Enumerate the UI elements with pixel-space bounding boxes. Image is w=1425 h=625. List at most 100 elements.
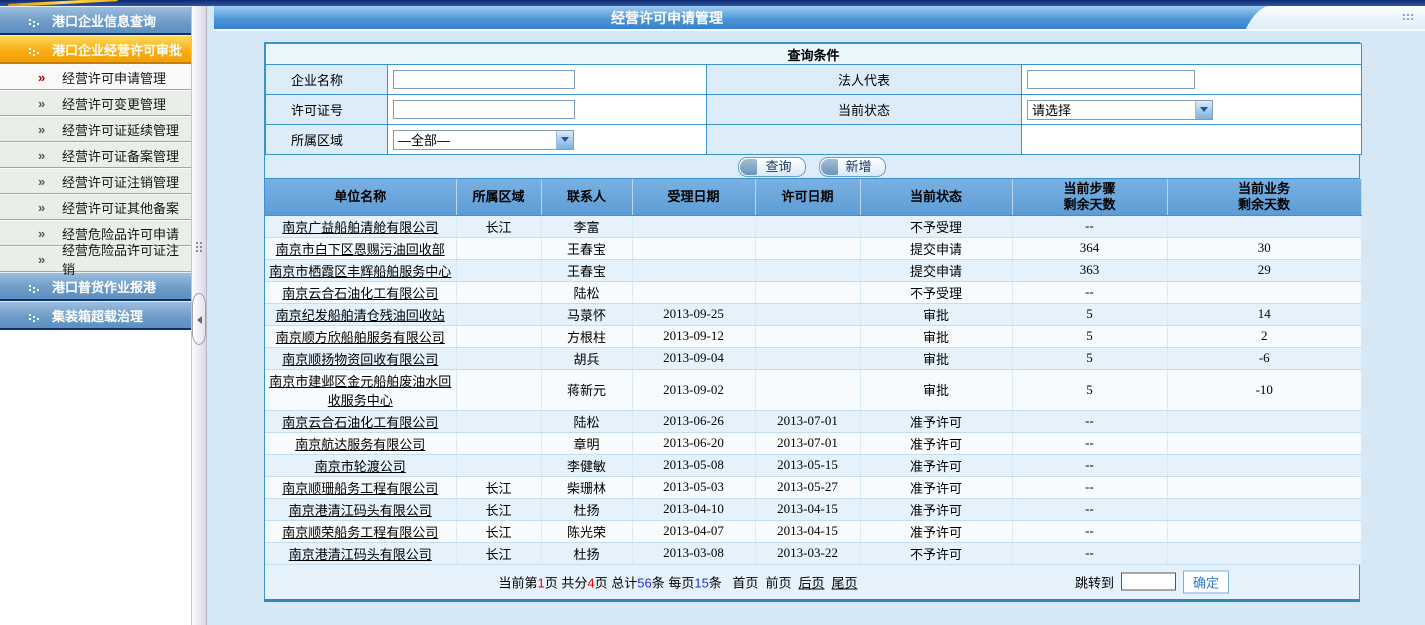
- column-header: 联系人: [541, 179, 632, 215]
- sidebar-item-label: 经营许可申请管理: [62, 68, 166, 87]
- company-name-link[interactable]: 南京市建邺区金元船舶废油水回收服务中心: [269, 374, 451, 408]
- menu-arrow-icon: [29, 48, 41, 50]
- sidebar-item-label: 经营许可证延续管理: [62, 120, 179, 139]
- company-name-input[interactable]: [393, 70, 575, 89]
- pagination-text: 条 每页: [652, 575, 695, 590]
- status-cell: 审批: [860, 303, 1012, 325]
- company-name-link[interactable]: 南京顺方欣船舶服务有限公司: [276, 330, 445, 345]
- pagination-text: 页 总计: [595, 575, 638, 590]
- contact-cell: 陆松: [541, 410, 632, 432]
- company-name-link[interactable]: 南京港清江码头有限公司: [289, 503, 432, 518]
- step-days-cell: 364: [1012, 237, 1167, 259]
- status-cell: 不予受理: [860, 281, 1012, 303]
- accept-date-cell: [632, 259, 755, 281]
- sidebar-item-label: 经营许可证备案管理: [62, 146, 179, 165]
- biz-days-cell: [1167, 498, 1361, 520]
- sidebar-item-0[interactable]: 港口企业信息查询: [0, 6, 191, 35]
- company-name-link[interactable]: 南京广益船舶清舱有限公司: [282, 220, 438, 235]
- accept-date-cell: [632, 215, 755, 237]
- sidebar-splitter[interactable]: [191, 6, 207, 625]
- company-name-link[interactable]: 南京纪发船舶清仓残油回收站: [276, 308, 445, 323]
- sidebar-item-1[interactable]: 港口企业经营许可审批: [0, 35, 191, 64]
- sidebar-item-2[interactable]: 经营许可申请管理: [0, 64, 191, 90]
- license-date-cell: [755, 237, 860, 259]
- accept-date-cell: 2013-09-04: [632, 347, 755, 369]
- sidebar-item-4[interactable]: 经营许可证延续管理: [0, 116, 191, 142]
- accept-date-cell: 2013-03-08: [632, 542, 755, 564]
- accept-date-cell: 2013-09-12: [632, 325, 755, 347]
- company-name-link[interactable]: 南京市白下区恩赐污油回收部: [276, 242, 445, 257]
- contact-cell: 章明: [541, 432, 632, 454]
- license-date-cell: [755, 215, 860, 237]
- sidebar-item-6[interactable]: 经营许可证注销管理: [0, 168, 191, 194]
- pagination-summary: 当前第1页 共分4页 总计56条 每页15条 首页前页后页尾页: [499, 572, 858, 591]
- jump-page-input[interactable]: [1121, 573, 1176, 591]
- region-select[interactable]: —全部—: [393, 130, 574, 150]
- table-row: 南京港清江码头有限公司 长江 杜扬 2013-04-10 2013-04-15 …: [265, 498, 1361, 520]
- sidebar-item-5[interactable]: 经营许可证备案管理: [0, 142, 191, 168]
- column-header: 当前状态: [860, 179, 1012, 215]
- biz-days-cell: [1167, 215, 1361, 237]
- menu-arrow-icon: [29, 285, 41, 287]
- company-name-link[interactable]: 南京云合石油化工有限公司: [282, 286, 438, 301]
- contact-cell: 陈光荣: [541, 520, 632, 542]
- pagination-link: 首页: [732, 575, 758, 590]
- company-name-link[interactable]: 南京市轮渡公司: [315, 459, 406, 474]
- status-cell: 准予许可: [860, 410, 1012, 432]
- query-form: 查询条件 企业名称 法人代表 许可证号 当前状态: [265, 43, 1362, 155]
- pagination-link[interactable]: 尾页: [831, 575, 857, 590]
- current-status-label: 当前状态: [707, 95, 1022, 125]
- step-days-cell: --: [1012, 410, 1167, 432]
- region-cell: [456, 410, 541, 432]
- region-cell: [456, 369, 541, 410]
- menu-arrow-icon: [38, 96, 50, 111]
- pagination-link[interactable]: 后页: [798, 575, 824, 590]
- step-days-cell: --: [1012, 281, 1167, 303]
- company-name-link[interactable]: 南京云合石油化工有限公司: [282, 415, 438, 430]
- license-date-cell: 2013-05-15: [755, 454, 860, 476]
- step-days-cell: 5: [1012, 303, 1167, 325]
- current-status-select[interactable]: 请选择: [1027, 100, 1213, 120]
- column-header: 当前业务 剩余天数: [1167, 179, 1361, 215]
- sidebar-item-9[interactable]: 经营危险品许可证注销: [0, 246, 191, 272]
- pagination-text: 条: [709, 575, 726, 590]
- sidebar-collapse-handle[interactable]: [192, 293, 206, 345]
- company-name-link[interactable]: 南京顺扬物资回收有限公司: [282, 352, 438, 367]
- table-row: 南京市轮渡公司 李健敏 2013-05-08 2013-05-15 准予许可 -…: [265, 454, 1361, 476]
- column-header: 所属区域: [456, 179, 541, 215]
- sidebar-item-7[interactable]: 经营许可证其他备案: [0, 194, 191, 220]
- pagination-text: 当前第: [499, 575, 538, 590]
- company-name-link[interactable]: 南京航达服务有限公司: [295, 437, 425, 452]
- company-name-link[interactable]: 南京顺珊船务工程有限公司: [282, 481, 438, 496]
- table-row: 南京顺荣船务工程有限公司 长江 陈光荣 2013-04-07 2013-04-1…: [265, 520, 1361, 542]
- biz-days-cell: [1167, 520, 1361, 542]
- contact-cell: 蒋新元: [541, 369, 632, 410]
- sidebar-item-3[interactable]: 经营许可变更管理: [0, 90, 191, 116]
- step-days-cell: 5: [1012, 347, 1167, 369]
- search-button[interactable]: 查询: [738, 157, 805, 177]
- step-days-cell: 5: [1012, 369, 1167, 410]
- status-cell: 准予许可: [860, 454, 1012, 476]
- sidebar-item-label: 经营许可证其他备案: [62, 198, 179, 217]
- company-name-link[interactable]: 南京港清江码头有限公司: [289, 547, 432, 562]
- sidebar-item-11[interactable]: 集装箱超载治理: [0, 301, 191, 330]
- add-button[interactable]: 新增: [819, 157, 886, 177]
- step-days-cell: --: [1012, 454, 1167, 476]
- company-name-link[interactable]: 南京顺荣船务工程有限公司: [282, 525, 438, 540]
- region-cell: [456, 325, 541, 347]
- accept-date-cell: 2013-06-20: [632, 432, 755, 454]
- contact-cell: 方根柱: [541, 325, 632, 347]
- legal-rep-input[interactable]: [1027, 70, 1195, 89]
- region-label: 所属区域: [266, 125, 388, 155]
- biz-days-cell: 29: [1167, 259, 1361, 281]
- confirm-button[interactable]: 确定: [1183, 570, 1229, 593]
- license-no-input[interactable]: [393, 100, 575, 119]
- step-days-cell: 363: [1012, 259, 1167, 281]
- company-name-link[interactable]: 南京市栖霞区丰辉船舶服务中心: [269, 264, 451, 279]
- sidebar-item-label: 港口企业信息查询: [52, 11, 156, 30]
- table-row: 南京市栖霞区丰辉船舶服务中心 王春宝 提交申请 363 29: [265, 259, 1361, 281]
- license-date-cell: 2013-04-15: [755, 520, 860, 542]
- sidebar-item-label: 经营许可变更管理: [62, 94, 166, 113]
- region-cell: 长江: [456, 215, 541, 237]
- accept-date-cell: 2013-04-07: [632, 520, 755, 542]
